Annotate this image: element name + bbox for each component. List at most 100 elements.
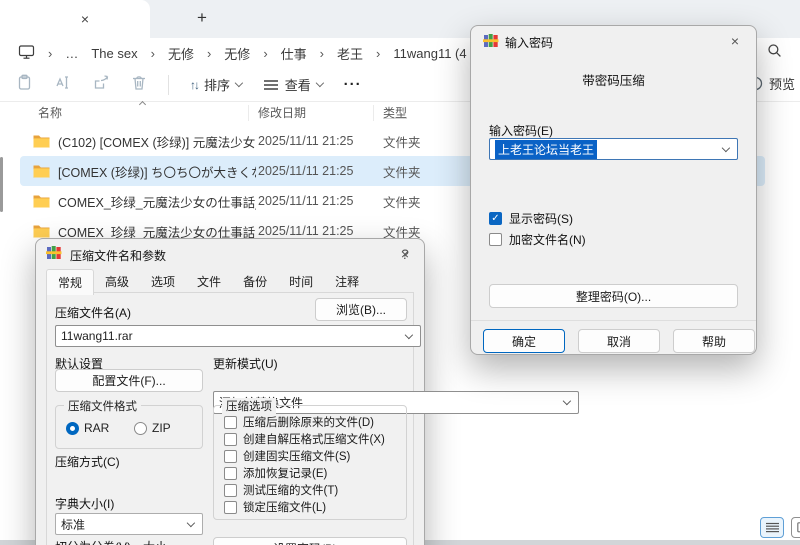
password-input[interactable]: 上老王论坛当老王 <box>489 138 738 160</box>
breadcrumb-separator: › <box>206 45 212 61</box>
encrypt-names-label: 加密文件名(N) <box>509 233 586 247</box>
option-lock[interactable]: 锁定压缩文件(L) <box>224 499 326 515</box>
search-icon[interactable] <box>767 43 782 63</box>
radio-selected-icon <box>66 421 79 435</box>
chevron-down-icon <box>315 78 324 88</box>
option-recovery[interactable]: 添加恢复记录(E) <box>224 465 327 481</box>
checkbox-icon <box>224 483 237 497</box>
options-group-label: 压缩选项 <box>222 398 276 414</box>
list-view-icon <box>765 522 779 533</box>
folder-icon <box>33 194 50 211</box>
breadcrumb-ellipsis[interactable]: … <box>65 46 78 61</box>
password-label: 输入密码(E) <box>489 124 553 138</box>
checkbox-icon <box>489 233 502 246</box>
file-name: [COMEX (珍绿)] ち〇ち〇が大きくなる... <box>58 165 256 180</box>
option-label: 创建固实压缩文件(S) <box>243 451 351 463</box>
set-password-button[interactable]: 设置密码(P)... <box>213 537 407 545</box>
preview-label: 预览 <box>768 77 795 92</box>
option-test[interactable]: 测试压缩的文件(T) <box>224 482 338 498</box>
close-icon[interactable]: × <box>396 245 414 263</box>
file-date: 2025/11/11 21:25 <box>258 134 354 148</box>
checkbox-icon <box>224 466 237 480</box>
radio-zip[interactable]: ZIP <box>134 421 171 435</box>
cancel-button[interactable]: 取消 <box>578 329 660 353</box>
tab-general[interactable]: 常规 <box>46 269 95 295</box>
this-pc-icon[interactable] <box>18 44 35 63</box>
folder-icon <box>33 164 50 181</box>
dialog-title: 压缩文件名和参数 <box>70 249 167 263</box>
update-mode-label: 更新模式(U) <box>213 357 278 371</box>
paste-icon[interactable] <box>16 74 33 96</box>
file-type: 文件夹 <box>383 165 421 180</box>
radio-icon <box>134 421 147 435</box>
delete-icon[interactable] <box>131 74 147 96</box>
ok-button[interactable]: 确定 <box>483 329 565 353</box>
new-tab-button[interactable]: + <box>192 7 212 29</box>
option-label: 测试压缩的文件(T) <box>243 485 339 497</box>
breadcrumb-item[interactable]: The sex <box>91 46 137 61</box>
scrollbar-thumb[interactable] <box>0 157 3 212</box>
archive-name-label: 压缩文件名(A) <box>55 306 131 320</box>
option-label: 锁定压缩文件(L) <box>243 502 327 514</box>
breadcrumb-item[interactable]: 仕事 <box>281 44 307 63</box>
option-label: 创建自解压格式压缩文件(X) <box>243 434 385 446</box>
view-label: 查看 <box>284 78 311 93</box>
split-volumes-label: 切分为分卷(V)，大小 <box>55 538 167 545</box>
option-sfx[interactable]: 创建自解压格式压缩文件(X) <box>224 431 385 447</box>
archive-name-input[interactable]: 11wang11.rar <box>55 325 421 347</box>
screen: × + › … The sex › 无修 › 无修 › 仕事 › 老王 › 11… <box>0 0 800 545</box>
tab-page: 压缩文件名(A) 浏览(B)... 11wang11.rar 默认设置 配置文件… <box>46 292 579 545</box>
column-type[interactable]: 类型 <box>383 104 407 121</box>
encrypt-names-checkbox[interactable]: 加密文件名(N) <box>489 231 586 248</box>
thumbnail-view-toggle[interactable] <box>791 517 800 538</box>
toolbar-divider <box>168 74 169 95</box>
file-name: (C102) [COMEX (珍绿)] 元魔法少女の... <box>58 135 256 150</box>
breadcrumb-item-current[interactable]: 11wang11 (4 <box>393 46 466 61</box>
organize-passwords-button[interactable]: 整理密码(O)... <box>489 284 738 308</box>
list-view-toggle[interactable] <box>760 517 784 538</box>
option-delete-after[interactable]: 压缩后删除原来的文件(D) <box>224 414 374 430</box>
column-separator[interactable] <box>373 105 374 121</box>
option-solid[interactable]: 创建固实压缩文件(S) <box>224 448 350 464</box>
close-icon[interactable]: × <box>726 32 744 50</box>
file-name: COMEX_珍绿_元魔法少女の仕事話_青 | ... <box>58 195 256 210</box>
rename-icon[interactable] <box>54 74 72 96</box>
column-separator[interactable] <box>248 105 249 121</box>
chevron-down-icon <box>405 330 414 339</box>
method-select[interactable]: 标准 <box>55 513 203 535</box>
breadcrumb-separator: › <box>48 45 53 61</box>
archive-dialog: 压缩文件名和参数 ? × 常规 高级 选项 文件 备份 时间 注释 压缩文件名(… <box>35 238 579 545</box>
sort-icon: ↑↓ <box>190 77 200 92</box>
chevron-down-icon <box>187 518 196 527</box>
explorer-active-tab[interactable] <box>0 0 150 38</box>
checkbox-icon <box>224 500 237 514</box>
column-date[interactable]: 修改日期 <box>258 104 306 121</box>
checkbox-icon <box>224 415 237 429</box>
checkbox-icon <box>224 449 237 463</box>
show-password-checkbox[interactable]: ✓ 显示密码(S) <box>489 210 573 227</box>
tab-close-icon[interactable]: × <box>76 10 94 28</box>
dialog-divider <box>471 320 756 321</box>
password-dialog: 输入密码 × 带密码压缩 输入密码(E) 上老王论坛当老王 ✓ 显示密码(S) … <box>470 25 757 355</box>
help-button[interactable]: 帮助 <box>673 329 755 353</box>
share-icon[interactable] <box>93 74 110 96</box>
folder-icon <box>33 134 50 151</box>
view-button[interactable]: 查看 <box>263 75 324 94</box>
radio-rar-label: RAR <box>84 421 110 435</box>
winrar-icon <box>483 33 499 53</box>
breadcrumb-item[interactable]: 老王 <box>337 44 363 63</box>
breadcrumb-item[interactable]: 无修 <box>224 44 250 63</box>
breadcrumb-separator: › <box>319 45 325 61</box>
radio-rar[interactable]: RAR <box>66 421 109 435</box>
more-options-icon[interactable]: ··· <box>344 76 362 93</box>
profiles-button[interactable]: 配置文件(F)... <box>55 369 203 392</box>
radio-zip-label: ZIP <box>152 421 171 435</box>
option-label: 添加恢复记录(E) <box>243 468 328 480</box>
checkbox-icon <box>224 432 237 446</box>
breadcrumb-item[interactable]: 无修 <box>168 44 194 63</box>
method-value: 标准 <box>61 517 86 532</box>
sort-button[interactable]: ↑↓ 排序 <box>190 75 243 94</box>
option-label: 压缩后删除原来的文件(D) <box>243 417 374 429</box>
column-name[interactable]: 名称 <box>38 104 62 121</box>
browse-button[interactable]: 浏览(B)... <box>315 298 407 321</box>
